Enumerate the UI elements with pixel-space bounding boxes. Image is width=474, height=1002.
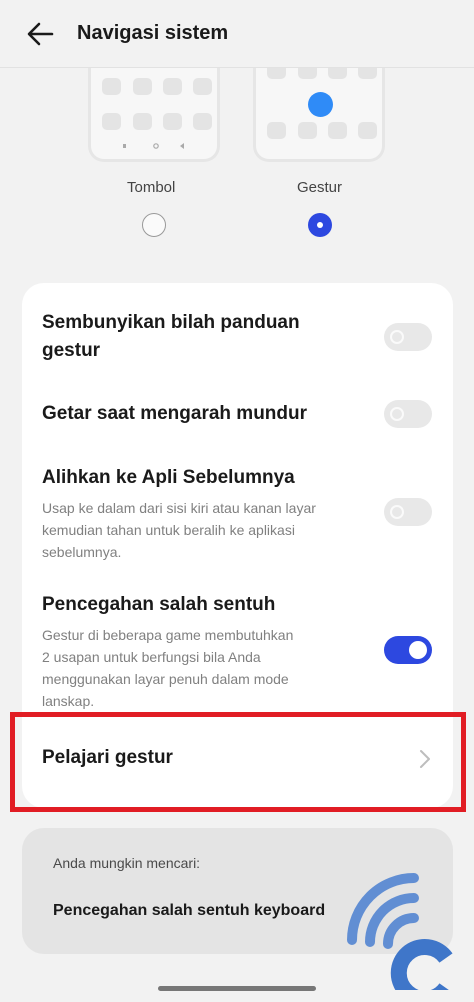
- app-icon-placeholder: [193, 113, 212, 130]
- learn-gestures-item[interactable]: Pelajari gestur: [42, 744, 173, 772]
- buttons-radio[interactable]: [142, 213, 166, 237]
- switch-previous-app-toggle[interactable]: [384, 498, 432, 526]
- app-icon-placeholder: [163, 113, 182, 130]
- setting-description: Usap ke dalam dari sisi kiri atau kanan …: [42, 500, 316, 516]
- vibrate-back-toggle[interactable]: [384, 400, 432, 428]
- gesture-radio[interactable]: [308, 213, 332, 237]
- accidental-touch-toggle[interactable]: [384, 636, 432, 664]
- setting-description: 2 usapan untuk berfungsi bila Anda: [42, 649, 261, 665]
- arrow-left-icon: [27, 22, 54, 46]
- setting-title: Alihkan ke Apli Sebelumnya: [42, 467, 295, 488]
- app-icon-placeholder: [358, 122, 377, 139]
- setting-description: lanskap.: [42, 693, 95, 709]
- app-icon-placeholder: [133, 78, 152, 95]
- setting-title: Pencegahan salah sentuh: [42, 594, 276, 615]
- app-icon-placeholder: [133, 113, 152, 130]
- back-button[interactable]: [22, 18, 58, 50]
- setting-description: menggunakan layar penuh dalam mode: [42, 671, 289, 687]
- setting-description: sebelumnya.: [42, 544, 122, 560]
- suggestions-heading: Anda mungkin mencari:: [53, 855, 201, 871]
- suggestion-link[interactable]: Pencegahan salah sentuh keyboard: [53, 902, 325, 920]
- app-icon-placeholder: [193, 78, 212, 95]
- app-icon-placeholder: [328, 122, 347, 139]
- setting-title: Getar saat mengarah mundur: [42, 403, 308, 424]
- nav-buttons-icon: [123, 143, 184, 149]
- setting-description: kemudian tahan untuk beralih ke aplikasi: [42, 522, 295, 538]
- page-title: Navigasi sistem: [77, 22, 229, 44]
- app-icon-placeholder: [163, 78, 182, 95]
- mode-label-buttons: Tombol: [127, 179, 176, 196]
- hide-guide-bar-toggle[interactable]: [384, 323, 432, 351]
- home-indicator[interactable]: [158, 986, 316, 991]
- app-icon-placeholder: [102, 78, 121, 95]
- chevron-right-icon: [420, 750, 430, 768]
- setting-title: gestur: [42, 340, 101, 361]
- mode-label-gesture: Gestur: [297, 179, 343, 196]
- setting-title: Sembunyikan bilah panduan: [42, 312, 300, 333]
- app-icon-placeholder: [267, 122, 286, 139]
- setting-description: Gestur di beberapa game membutuhkan: [42, 627, 294, 643]
- gesture-touch-icon: [308, 92, 333, 117]
- app-icon-placeholder: [298, 122, 317, 139]
- watermark-logo-icon: [347, 873, 453, 990]
- app-icon-placeholder: [102, 113, 121, 130]
- app-bar: Navigasi sistem: [0, 0, 474, 68]
